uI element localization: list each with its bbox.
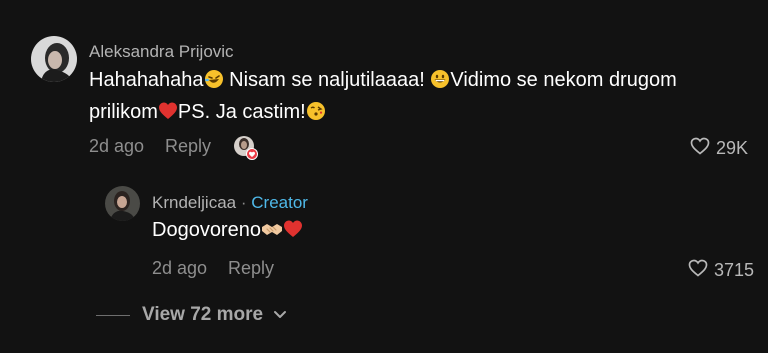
heart-emoji [283,219,303,248]
grin-emoji [430,69,450,98]
comment-text: Hahahahaha Nisam se naljutilaaaa! Vidimo… [89,66,689,130]
reply-button[interactable]: Reply [165,136,211,157]
rofl-emoji [204,69,224,98]
divider [96,314,130,316]
chevron-down-icon [273,310,287,320]
reply-author[interactable]: Krndeljicaa [152,193,236,212]
separator-dot: · [240,193,247,212]
heart-outline-icon [688,259,708,282]
view-more-replies-button[interactable]: View 72 more [96,304,287,326]
comment-timestamp: 2d ago [89,136,145,156]
creator-liked-badge [233,135,259,161]
comment-thread: Aleksandra Prijovic Hahahahaha Nisam se … [0,0,768,353]
view-more-label: View 72 more [142,304,264,325]
like-count: 29K [716,138,749,158]
comment-text-part: Nisam se naljutilaaaa! [223,69,431,91]
like-button[interactable]: 3715 [688,259,754,282]
comment-text-part: PS. Ja castim! [177,101,306,123]
creator-badge: Creator [251,193,308,212]
reply-button[interactable]: Reply [228,258,274,279]
reply-text-part: Dogovoreno [152,219,261,241]
comment-text-part: Hahahahaha [89,69,204,91]
like-button[interactable]: 29K [690,137,748,160]
reply-timestamp: 2d ago [152,258,208,278]
like-count: 3715 [714,260,755,280]
avatar[interactable] [105,186,140,221]
heart-emoji [158,101,178,130]
avatar[interactable] [31,36,77,82]
comment-author[interactable]: Aleksandra Prijovic [89,42,234,62]
heart-outline-icon [690,137,710,160]
reply-text: Dogovoreno [152,216,303,248]
kiss-emoji [306,101,326,130]
reply-author-line: Krndeljicaa · Creator [152,193,308,213]
handshake-emoji [261,219,283,248]
